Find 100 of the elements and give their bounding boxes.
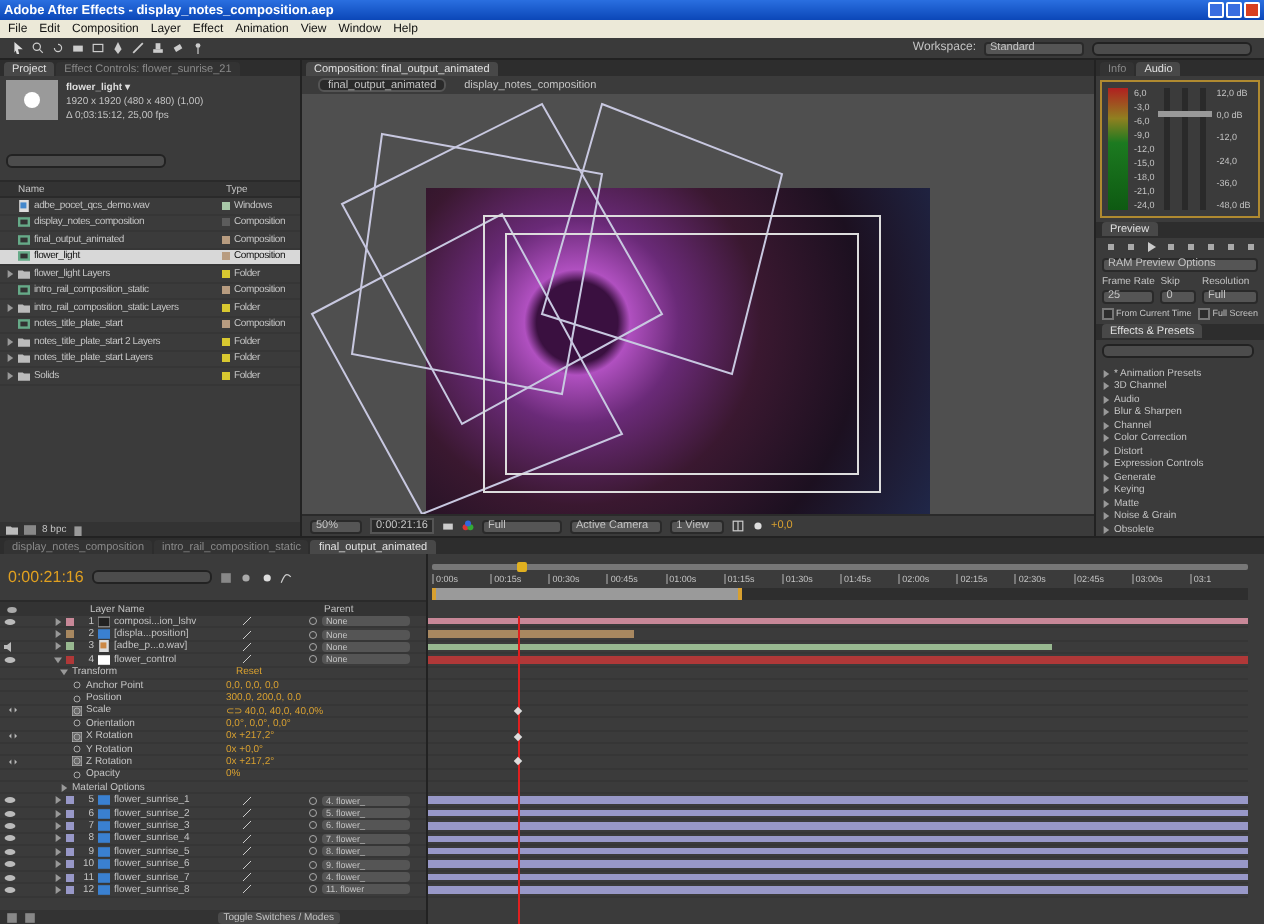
label-color-swatch[interactable] <box>66 847 74 856</box>
eye-icon[interactable] <box>4 809 16 818</box>
label-color-swatch[interactable] <box>66 885 74 894</box>
speaker-icon[interactable] <box>4 641 14 652</box>
pointer-icon[interactable] <box>12 42 24 54</box>
composition-icon[interactable] <box>24 523 36 535</box>
eye-icon[interactable] <box>4 655 16 664</box>
twirl-triangle-icon[interactable] <box>54 617 62 626</box>
motion-blur-icon[interactable] <box>259 571 272 583</box>
graph-editor-icon[interactable] <box>279 571 292 583</box>
layer-search-field[interactable] <box>91 570 212 584</box>
label-color-swatch[interactable] <box>66 617 74 626</box>
layer-duration-bar[interactable] <box>428 873 1248 881</box>
minimize-button[interactable] <box>1208 2 1224 18</box>
twirl-triangle-icon[interactable] <box>54 796 62 805</box>
eye-icon[interactable] <box>4 834 16 843</box>
twirl-triangle-icon[interactable] <box>54 873 62 881</box>
keyframe-navigator-icon[interactable] <box>4 757 22 766</box>
keyframe-navigator-icon[interactable] <box>4 706 22 715</box>
stopwatch-icon[interactable] <box>72 705 82 716</box>
keyframe-navigator-icon[interactable] <box>4 732 22 741</box>
brush-icon[interactable] <box>132 42 144 54</box>
twirl-triangle-icon[interactable] <box>54 655 62 664</box>
checkbox[interactable] <box>1102 307 1114 320</box>
eraser-icon[interactable] <box>172 42 184 54</box>
stopwatch-icon[interactable] <box>72 769 82 780</box>
close-button[interactable] <box>1244 2 1260 18</box>
eye-icon[interactable] <box>4 821 16 830</box>
label-color-swatch[interactable] <box>66 834 74 843</box>
rotate-icon[interactable] <box>52 42 64 54</box>
loop-button[interactable] <box>1222 241 1238 254</box>
volume-slider-thumb[interactable] <box>1194 111 1213 118</box>
eye-icon[interactable] <box>4 885 16 894</box>
eye-icon[interactable] <box>4 873 16 881</box>
label-color-swatch[interactable] <box>66 796 74 805</box>
layer-duration-bar[interactable] <box>428 848 1248 855</box>
pen-icon[interactable] <box>112 42 124 54</box>
twirl-triangle-icon[interactable] <box>54 809 62 818</box>
trash-icon[interactable] <box>72 523 85 535</box>
draft-3d-icon[interactable] <box>219 571 232 583</box>
last-frame-button[interactable] <box>1182 241 1198 254</box>
stopwatch-icon[interactable] <box>72 680 82 691</box>
keyframe-icon[interactable] <box>513 706 523 715</box>
volume-slider-thumb[interactable] <box>1158 111 1177 118</box>
layer-duration-bar[interactable] <box>428 835 1248 843</box>
label-color-swatch[interactable] <box>66 809 74 818</box>
maximize-button[interactable] <box>1226 2 1242 18</box>
label-color-swatch[interactable] <box>66 630 74 639</box>
layer-duration-bar[interactable] <box>428 643 1052 651</box>
twirl-triangle-icon[interactable] <box>60 783 68 792</box>
twirl-triangle-icon[interactable] <box>6 269 14 278</box>
eye-icon[interactable] <box>4 847 16 856</box>
effects-search-field[interactable] <box>1102 343 1254 358</box>
label-color-swatch[interactable] <box>66 642 74 651</box>
sun-icon[interactable] <box>751 520 763 532</box>
ram-preview-button[interactable] <box>1242 241 1258 254</box>
stopwatch-icon[interactable] <box>72 693 82 704</box>
camera-icon[interactable] <box>442 520 454 532</box>
stopwatch-icon[interactable] <box>72 744 82 755</box>
label-color-swatch[interactable] <box>66 821 74 830</box>
twirl-triangle-icon[interactable] <box>60 668 68 677</box>
twirl-triangle-icon[interactable] <box>54 630 62 639</box>
label-color-swatch[interactable] <box>66 655 74 664</box>
label-color-swatch[interactable] <box>66 860 74 869</box>
twirl-triangle-icon[interactable] <box>54 847 62 856</box>
layer-duration-bar[interactable] <box>428 618 1248 625</box>
shy-icon[interactable] <box>239 571 252 583</box>
twirl-triangle-icon[interactable] <box>54 821 62 830</box>
eye-icon[interactable] <box>4 617 16 626</box>
stopwatch-icon[interactable] <box>72 756 82 767</box>
layer-duration-bar[interactable] <box>428 809 1248 817</box>
color-channels-icon[interactable] <box>462 520 474 532</box>
current-time-display[interactable]: 0:00:21:16 <box>8 568 84 586</box>
eye-icon[interactable] <box>4 796 16 805</box>
twirl-triangle-icon[interactable] <box>54 642 62 651</box>
grid-icon[interactable] <box>731 520 743 532</box>
speaker-button[interactable] <box>1202 241 1218 254</box>
volume-slider-thumb[interactable] <box>1176 111 1195 118</box>
checkbox[interactable] <box>1198 307 1211 320</box>
stopwatch-icon[interactable] <box>72 718 82 729</box>
twirl-triangle-icon[interactable] <box>54 885 62 894</box>
zoom-icon[interactable] <box>32 42 44 54</box>
eye-icon[interactable] <box>4 860 16 869</box>
playhead-handle[interactable] <box>516 562 527 572</box>
next-frame-button[interactable] <box>1162 241 1178 254</box>
stopwatch-icon[interactable] <box>72 731 82 742</box>
help-search-field[interactable] <box>1092 41 1252 55</box>
project-search-field[interactable] <box>6 154 166 168</box>
keyframe-icon[interactable] <box>513 757 523 766</box>
play-button[interactable] <box>1142 241 1158 254</box>
label-color-swatch[interactable] <box>66 873 74 881</box>
twirl-triangle-icon[interactable] <box>54 860 62 869</box>
twirl-triangle-icon[interactable] <box>54 834 62 843</box>
rectangle-icon[interactable] <box>92 42 104 54</box>
previous-frame-button[interactable] <box>1122 241 1138 254</box>
stamp-icon[interactable] <box>152 42 164 54</box>
pin-icon[interactable] <box>192 42 204 54</box>
twirl-triangle-icon[interactable] <box>6 303 14 312</box>
first-frame-button[interactable] <box>1102 241 1118 254</box>
camera-icon[interactable] <box>72 42 84 54</box>
